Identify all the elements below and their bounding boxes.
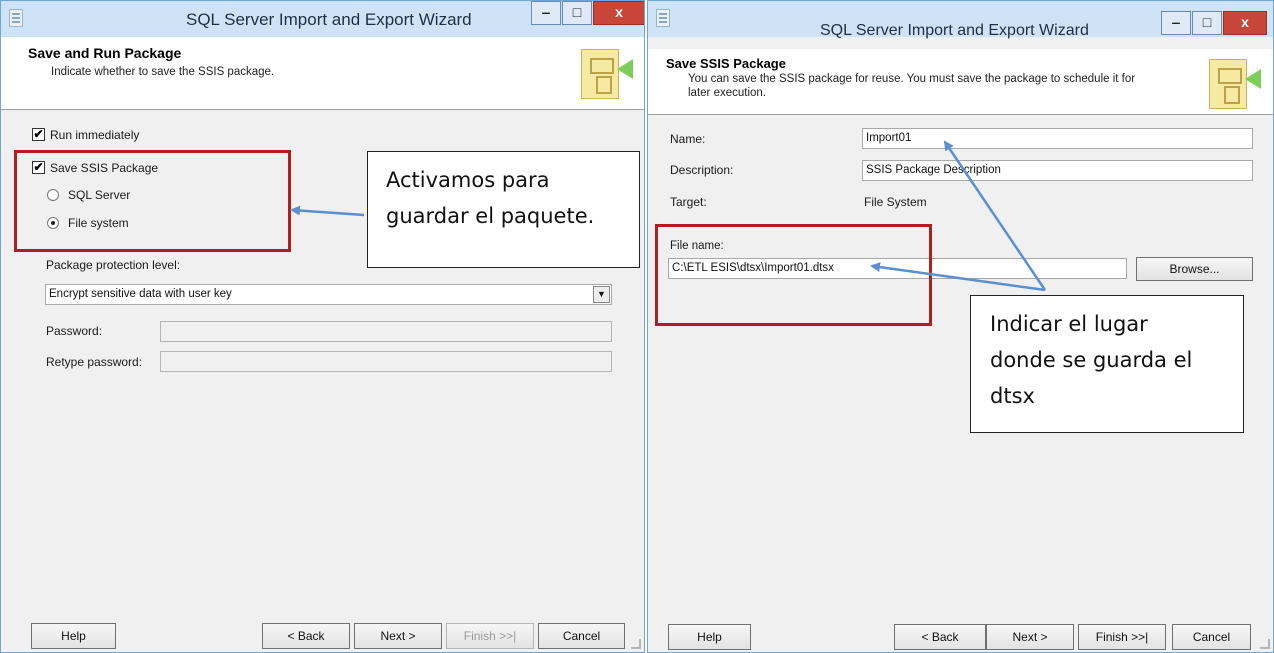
password-field[interactable] xyxy=(160,321,612,342)
page-title: Save SSIS Package xyxy=(666,56,786,71)
window-title: SQL Server Import and Export Wizard xyxy=(820,22,1089,39)
resize-grip-icon[interactable] xyxy=(1260,639,1270,649)
chevron-down-icon[interactable]: ▼ xyxy=(593,286,610,303)
protection-level-value: Encrypt sensitive data with user key xyxy=(49,288,232,300)
callout-line: dtsx xyxy=(990,384,1035,408)
title-bar[interactable]: SQL Server Import and Export Wizard ‒ □ … xyxy=(648,1,1273,39)
minimize-button[interactable]: ‒ xyxy=(531,1,561,25)
name-label: Name: xyxy=(670,132,706,146)
back-button[interactable]: < Back xyxy=(262,623,350,649)
run-immediately-label: Run immediately xyxy=(50,128,140,142)
title-bar[interactable]: SQL Server Import and Export Wizard ‒ □ … xyxy=(1,1,644,37)
finish-button[interactable]: Finish >>| xyxy=(446,623,534,649)
maximize-button[interactable]: □ xyxy=(562,1,592,25)
description-label: Description: xyxy=(670,163,734,177)
page-title: Save and Run Package xyxy=(28,45,182,61)
target-label: Target: xyxy=(670,195,707,209)
name-input[interactable]: Import01 xyxy=(862,128,1253,149)
cancel-button[interactable]: Cancel xyxy=(538,623,625,649)
protection-level-label: Package protection level: xyxy=(46,258,181,272)
finish-button[interactable]: Finish >>| xyxy=(1078,624,1166,650)
close-button[interactable]: x xyxy=(593,1,644,25)
app-icon xyxy=(656,9,670,27)
run-immediately-checkbox[interactable]: ✔ xyxy=(32,128,45,141)
page-description-line-1: You can save the SSIS package for reuse.… xyxy=(688,73,1136,85)
browse-button[interactable]: Browse... xyxy=(1136,257,1253,281)
wizard-window-save-and-run: SQL Server Import and Export Wizard ‒ □ … xyxy=(0,0,645,653)
help-button[interactable]: Help xyxy=(31,623,116,649)
callout-line: guardar el paquete. xyxy=(386,204,595,228)
annotation-callout-right: Indicar el lugar donde se guarda el dtsx xyxy=(970,295,1244,433)
resize-grip-icon[interactable] xyxy=(631,639,641,649)
retype-password-field[interactable] xyxy=(160,351,612,372)
back-button[interactable]: < Back xyxy=(894,624,986,650)
wizard-banner-icon xyxy=(1209,55,1261,109)
protection-level-select[interactable]: Encrypt sensitive data with user key ▼ xyxy=(45,284,612,305)
callout-line: donde se guarda el xyxy=(990,348,1193,372)
target-value: File System xyxy=(864,195,927,209)
next-button[interactable]: Next > xyxy=(986,624,1074,650)
callout-line: Indicar el lugar xyxy=(990,312,1148,336)
wizard-banner-icon xyxy=(581,45,633,99)
window-title: SQL Server Import and Export Wizard xyxy=(186,10,472,29)
minimize-button[interactable]: ‒ xyxy=(1161,11,1191,35)
password-label: Password: xyxy=(46,324,103,338)
highlight-box-file-name xyxy=(655,224,932,326)
retype-password-label: Retype password: xyxy=(46,355,143,369)
page-description: Indicate whether to save the SSIS packag… xyxy=(51,66,275,78)
description-input[interactable]: SSIS Package Description xyxy=(862,160,1253,181)
close-button[interactable]: x xyxy=(1223,11,1267,35)
app-icon xyxy=(9,9,23,27)
page-header: Save SSIS Package You can save the SSIS … xyxy=(648,49,1273,115)
maximize-button[interactable]: □ xyxy=(1192,11,1222,35)
page-description-line-2: later execution. xyxy=(688,87,766,99)
next-button[interactable]: Next > xyxy=(354,623,442,649)
highlight-box-save-package xyxy=(14,150,291,252)
annotation-callout-left: Activamos para guardar el paquete. xyxy=(367,151,640,268)
page-header: Save and Run Package Indicate whether to… xyxy=(1,37,644,110)
cancel-button[interactable]: Cancel xyxy=(1172,624,1251,650)
help-button[interactable]: Help xyxy=(668,624,751,650)
callout-line: Activamos para xyxy=(386,168,550,192)
